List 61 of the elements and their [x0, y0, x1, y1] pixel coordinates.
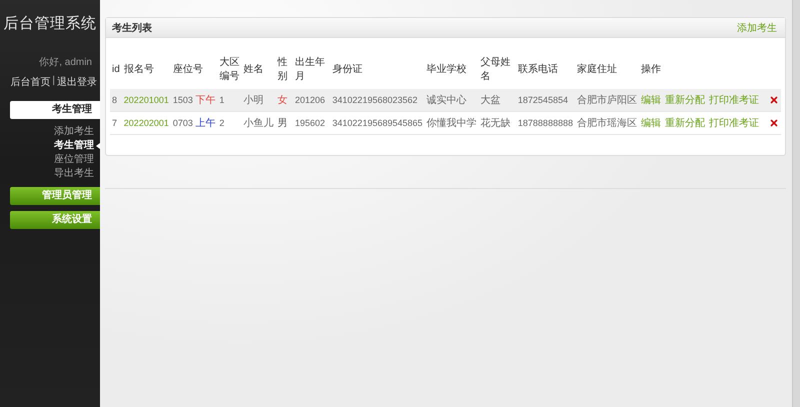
table-cell: 你懂我中学 — [424, 112, 479, 134]
table-cell: 大盆 — [478, 89, 516, 112]
table-cell: 202201001 — [122, 89, 171, 112]
table-cell: 男 — [276, 112, 293, 134]
table-cell: 花无缺 — [478, 112, 516, 134]
action-link[interactable]: 打印准考证 — [708, 116, 759, 130]
table-cell: 341022195689545865 — [330, 112, 425, 134]
submenu-item[interactable]: 添加考生 — [10, 125, 100, 139]
column-header: id — [110, 52, 122, 89]
menu-button[interactable]: 管理员管理 — [10, 187, 100, 205]
column-header: 操作 — [638, 52, 781, 89]
column-header: 出生年月 — [292, 52, 330, 89]
column-header: 性别 — [276, 52, 293, 89]
scrollbar[interactable] — [792, 0, 800, 407]
table-cell: 女 — [276, 89, 293, 112]
table-cell: 7 — [110, 112, 122, 134]
table-cell: 202202001 — [122, 112, 171, 134]
greeting-text: 你好, admin — [38, 56, 93, 69]
pointer-icon — [96, 143, 100, 149]
table-cell: 18788888888 — [516, 112, 575, 134]
table-cell: 合肥市庐阳区 — [574, 89, 639, 112]
action-link[interactable]: 编辑 — [640, 116, 661, 130]
header-link[interactable]: 后台首页 — [10, 75, 50, 89]
column-header: 毕业学校 — [424, 52, 479, 89]
action-link[interactable]: 打印准考证 — [708, 93, 759, 107]
header-link[interactable]: 退出登录 — [57, 75, 97, 89]
menu-button[interactable]: 系统设置 — [10, 211, 100, 229]
submenu-item[interactable]: 导出考生 — [10, 167, 100, 181]
table-cell: 195602 — [292, 112, 330, 134]
table-cell: 1872545854 — [516, 89, 575, 112]
submenu-item[interactable]: 考生管理 — [10, 139, 100, 153]
action-link[interactable]: 编辑 — [640, 93, 661, 107]
column-header: 报名号 — [122, 52, 171, 89]
column-header: 父母姓名 — [478, 52, 516, 89]
table-cell: 合肥市瑶海区 — [574, 112, 639, 134]
column-header: 联系电话 — [516, 52, 575, 89]
table-cell: 诚实中心 — [424, 89, 479, 112]
column-header: 座位号 — [170, 52, 218, 89]
table-cell: 201206 — [292, 89, 330, 112]
table-cell: 34102219568023562 — [330, 89, 425, 112]
table-cell: 8 — [110, 89, 122, 112]
column-header: 姓名 — [242, 52, 276, 89]
table-cell: 2 — [217, 112, 242, 134]
column-header: 大区编号 — [217, 52, 242, 89]
table-cell: 小明 — [242, 89, 276, 112]
delete-icon[interactable] — [768, 118, 779, 128]
add-link[interactable]: 添加考生 — [737, 20, 777, 34]
action-link[interactable]: 重新分配 — [664, 93, 705, 107]
delete-icon[interactable] — [768, 95, 779, 105]
separator-text: | — [52, 75, 55, 88]
panel-title: 考生列表 — [112, 22, 152, 34]
menu-button[interactable]: 考生管理 — [10, 101, 100, 119]
table-cell: 1 — [217, 89, 242, 112]
submenu-item[interactable]: 座位管理 — [10, 153, 100, 167]
table-cell: 1503 下午 — [170, 89, 218, 112]
table-cell: 0703 上午 — [170, 112, 218, 134]
app-title: 后台管理系统 — [2, 14, 98, 33]
table-cell: 小鱼儿 — [242, 112, 276, 134]
column-header: 家庭住址 — [574, 52, 639, 89]
action-link[interactable]: 重新分配 — [664, 116, 705, 130]
column-header: 身份证 — [330, 52, 425, 89]
